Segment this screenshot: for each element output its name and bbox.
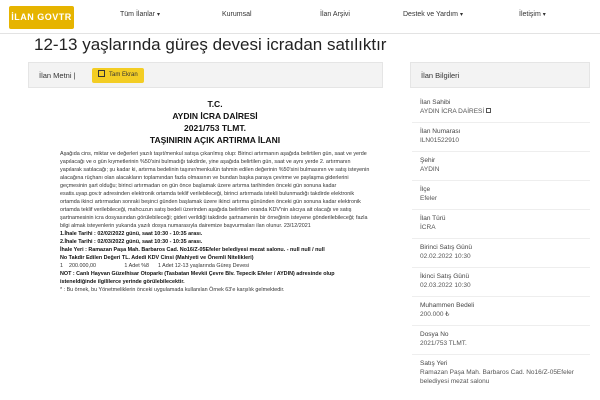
chevron-down-icon: ▾: [460, 12, 464, 18]
chevron-down-icon: ▾: [157, 12, 161, 18]
doc-header-title: TAŞINIRIN AÇIK ARTIRMA İLANI: [149, 135, 281, 145]
field-listing-number-label: İlan Numarası: [420, 128, 461, 135]
field-listing-number: İlan Numarası ILN01522910: [412, 127, 590, 152]
field-district-value: Efeler: [420, 195, 437, 202]
field-owner-link[interactable]: AYDIN İCRA DAİRESİ: [420, 107, 590, 116]
nav-support[interactable]: Destek ve Yardım ▾: [403, 11, 463, 18]
field-first-sale-date: Birinci Satış Günü 02.02.2022 10:30: [412, 243, 590, 268]
doc-table-header: No Takdir Edilen Değeri TL. Adedi KDV Ci…: [60, 254, 370, 262]
field-district: İlçe Efeler: [412, 185, 590, 210]
field-listing-type-label: İlan Türü: [420, 215, 446, 222]
divider: [412, 122, 590, 123]
field-city-label: Şehir: [420, 157, 436, 164]
field-listing-number-value: ILN01522910: [420, 137, 460, 144]
field-sale-place-value: Ramazan Paşa Mah. Barbaros Cad. No16/Z-0…: [420, 369, 574, 385]
fullscreen-icon: [98, 70, 105, 77]
nav-support-label: Destek ve Yardım: [403, 11, 458, 18]
doc-auction-2-value: 02/03/2022 günü, saat 10:30 - 10:35 aras…: [97, 239, 203, 245]
field-file-number-value: 2021/753 TLMT.: [420, 340, 467, 347]
sidebar-header: İlan Bilgileri: [410, 62, 590, 88]
doc-header-office: AYDIN İCRA DAİRESİ: [172, 111, 258, 121]
field-sale-place: Satış Yeri Ramazan Paşa Mah. Barbaros Ca…: [420, 359, 590, 386]
field-estimated-value: Muhammen Bedeli 200.000 ₺: [412, 301, 590, 326]
top-navigation-bar: İLAN GOVTR Tüm İlanlar ▾ Kurumsal İlan Ar…: [0, 0, 600, 34]
fullscreen-label: Tam Ekran: [109, 72, 138, 78]
external-link-icon: [486, 108, 492, 113]
doc-footnote: * : Bu örnek, bu Yönetmeliklerin önceki …: [60, 287, 285, 293]
doc-table-row: 1 200.000,00 1 Adet %8 1 Adet 12-13 yaşl…: [60, 263, 250, 269]
field-listing-type: İlan Türü İCRA: [412, 214, 590, 239]
field-district-label: İlçe: [420, 186, 431, 193]
chevron-down-icon: ▾: [542, 12, 546, 18]
field-second-sale-date-value: 02.03.2022 10:30: [420, 282, 471, 289]
field-city-value: AYDIN: [420, 166, 440, 173]
nav-all-listings[interactable]: Tüm İlanlar ▾: [120, 11, 160, 18]
doc-auction-place: İhale Yeri : Ramazan Paşa Mah. Barbaros …: [60, 246, 370, 254]
doc-table-header-text: No Takdir Edilen Değeri TL. Adedi KDV Ci…: [60, 255, 254, 261]
sidebar-title: İlan Bilgileri: [421, 71, 460, 80]
doc-auction-2: 2.İhale Tarihi : 02/03/2022 günü, saat 1…: [60, 238, 370, 246]
field-first-sale-date-label: Birinci Satış Günü: [420, 244, 473, 251]
listing-document: T.C. AYDIN İCRA DAİRESİ 2021/753 TLMT. T…: [60, 98, 370, 294]
nav-all-listings-label: Tüm İlanlar: [120, 11, 156, 18]
listing-tabbar: İlan Metni | Tam Ekran: [28, 62, 383, 88]
nav-corporate-label: Kurumsal: [222, 11, 252, 18]
tab-listing-text[interactable]: İlan Metni |: [39, 71, 76, 80]
nav-contact-label: İletişim: [519, 11, 541, 18]
doc-auction-1-label: 1.İhale Tarihi :: [60, 231, 96, 237]
field-second-sale-date: İkinci Satış Günü 02.03.2022 10:30: [412, 272, 590, 297]
divider: [412, 180, 590, 181]
divider: [412, 267, 590, 268]
doc-auction-1-value: 02/02/2022 günü, saat 10:30 - 10:35 aras…: [97, 231, 203, 237]
divider: [412, 325, 590, 326]
field-file-number: Dosya No 2021/753 TLMT.: [412, 330, 590, 355]
field-second-sale-date-label: İkinci Satış Günü: [420, 273, 470, 280]
field-estimated-value-label: Muhammen Bedeli: [420, 302, 475, 309]
field-file-number-label: Dosya No: [420, 331, 449, 338]
divider: [412, 151, 590, 152]
field-owner-label: İlan Sahibi: [420, 99, 451, 106]
doc-header-tc: T.C.: [207, 99, 223, 109]
doc-note-text: NOT : Canlı Hayvan Güzelhisar Otoparkı (…: [60, 271, 335, 285]
page-title: 12-13 yaşlarında güreş devesi icradan sa…: [34, 35, 387, 54]
nav-contact[interactable]: İletişim ▾: [519, 11, 546, 18]
nav-corporate[interactable]: Kurumsal: [222, 11, 252, 18]
field-sale-place-label: Satış Yeri: [420, 360, 448, 367]
fullscreen-button[interactable]: Tam Ekran: [92, 68, 144, 83]
doc-auction-1: 1.İhale Tarihi : 02/02/2022 günü, saat 1…: [60, 230, 370, 238]
field-first-sale-date-value: 02.02.2022 10:30: [420, 253, 471, 260]
doc-auction-place-text: İhale Yeri : Ramazan Paşa Mah. Barbaros …: [60, 247, 325, 253]
nav-archive-label: İlan Arşivi: [320, 11, 350, 18]
divider: [412, 354, 590, 355]
divider: [412, 238, 590, 239]
doc-auction-2-label: 2.İhale Tarihi :: [60, 239, 96, 245]
field-estimated-value-value: 200.000 ₺: [420, 311, 450, 318]
doc-intro: Aşağıda cins, miktar ve değerleri yazılı…: [60, 151, 370, 229]
field-listing-type-value: İCRA: [420, 224, 436, 231]
site-logo[interactable]: İLAN GOVTR: [9, 6, 74, 29]
doc-note: NOT : Canlı Hayvan Güzelhisar Otoparkı (…: [60, 270, 370, 286]
field-owner: İlan Sahibi AYDIN İCRA DAİRESİ: [412, 98, 590, 123]
divider: [412, 296, 590, 297]
nav-archive[interactable]: İlan Arşivi: [320, 11, 350, 18]
field-owner-value: AYDIN İCRA DAİRESİ: [420, 108, 485, 115]
doc-header-file: 2021/753 TLMT.: [184, 123, 246, 133]
field-city: Şehir AYDIN: [412, 156, 590, 181]
divider: [412, 209, 590, 210]
